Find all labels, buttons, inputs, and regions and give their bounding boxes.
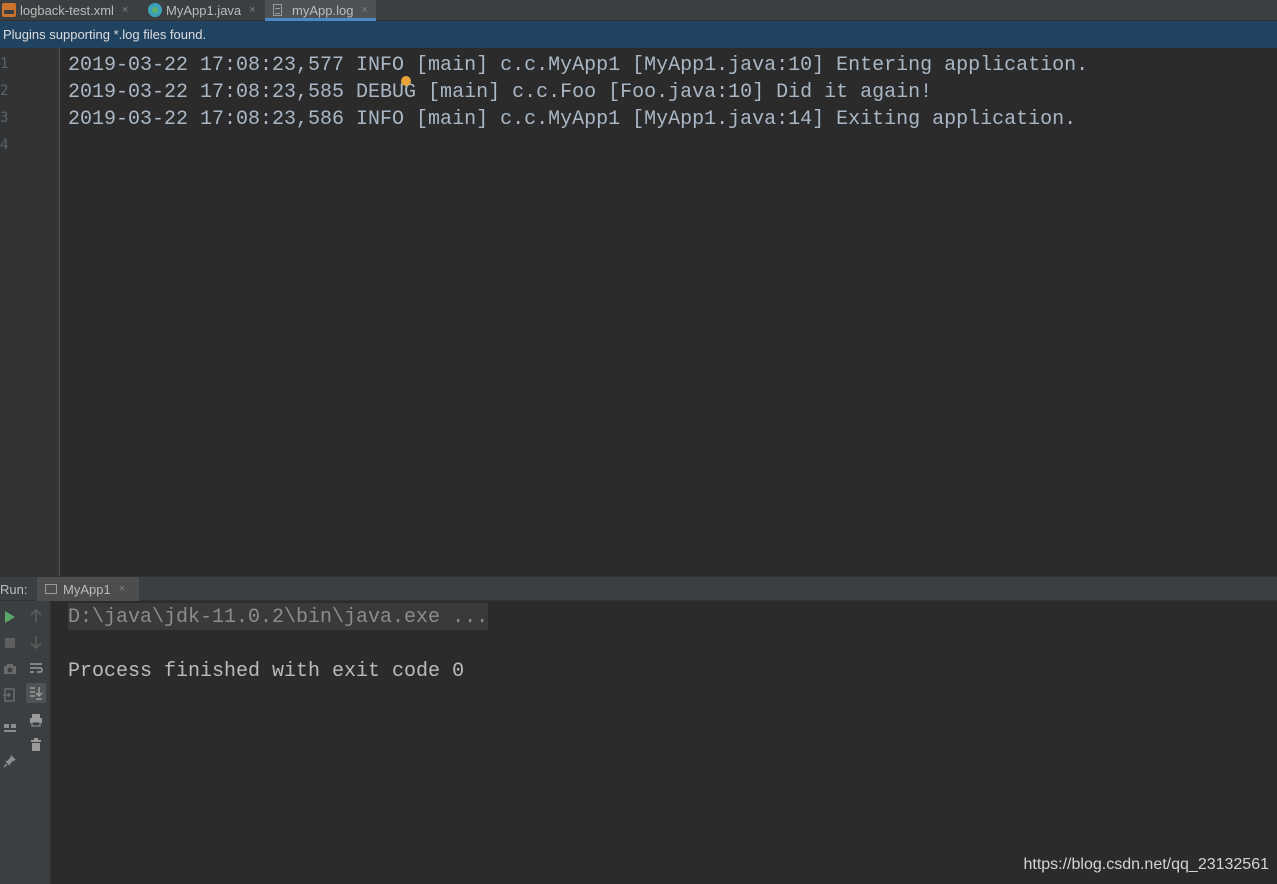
close-icon[interactable]: × — [249, 4, 255, 16]
run-tab-myapp1[interactable]: MyApp1 × — [37, 577, 139, 601]
close-icon[interactable]: × — [119, 583, 125, 595]
line-number: 1 — [0, 56, 9, 72]
tab-myapp-log[interactable]: myApp.log × — [265, 0, 376, 21]
run-toolbar-secondary — [21, 601, 51, 884]
log-editor[interactable]: 1 2 3 4 2019-03-22 17:08:23,577 INFO [ma… — [0, 48, 1277, 576]
arrow-down-icon[interactable] — [26, 632, 46, 652]
run-tab-label: MyApp1 — [63, 581, 111, 597]
close-icon[interactable]: × — [361, 4, 367, 16]
log-line[interactable]: 2019-03-22 17:08:23,577 INFO [main] c.c.… — [68, 51, 1088, 78]
java-class-icon — [148, 3, 162, 17]
run-toolbar-primary — [0, 601, 22, 884]
soft-wrap-icon[interactable] — [26, 658, 46, 678]
line-number: 2 — [0, 83, 9, 99]
rerun-icon[interactable] — [0, 607, 20, 627]
line-number: 3 — [0, 110, 9, 126]
close-icon[interactable]: × — [122, 4, 128, 16]
scroll-to-end-icon[interactable] — [26, 683, 46, 703]
print-icon[interactable] — [26, 710, 46, 730]
layout-icon[interactable] — [0, 718, 20, 738]
tab-myapp1-java[interactable]: MyApp1.java × — [148, 0, 264, 20]
run-console[interactable]: D:\java\jdk-11.0.2\bin\java.exe ... Proc… — [51, 601, 1277, 884]
tab-logback-test-xml[interactable]: logback-test.xml × — [2, 0, 140, 20]
line-number: 4 — [0, 137, 9, 153]
stop-icon[interactable] — [0, 633, 20, 653]
pin-icon[interactable] — [0, 751, 20, 771]
banner-text: Plugins supporting *.log files found. — [3, 27, 207, 42]
editor-tab-bar: logback-test.xml × MyApp1.java × myApp.l… — [0, 0, 1277, 21]
log-file-icon — [273, 4, 282, 16]
line-number-gutter: 1 2 3 4 — [0, 48, 60, 576]
tab-label: logback-test.xml — [20, 2, 114, 18]
run-tool-window-header: Run: MyApp1 × — [0, 576, 1277, 601]
camera-icon[interactable] — [0, 659, 20, 679]
watermark-text: https://blog.csdn.net/qq_23132561 — [1023, 856, 1269, 873]
run-label: Run: — [0, 582, 28, 597]
intention-bulb-icon[interactable] — [401, 76, 411, 86]
xml-file-icon — [2, 3, 16, 17]
log-line[interactable]: 2019-03-22 17:08:23,585 DEBUG [main] c.c… — [68, 78, 932, 105]
console-exit-message: Process finished with exit code 0 — [68, 660, 465, 683]
log-line[interactable]: 2019-03-22 17:08:23,586 INFO [main] c.c.… — [68, 105, 1076, 132]
ide-window: logback-test.xml × MyApp1.java × myApp.l… — [0, 0, 1277, 884]
console-icon — [45, 584, 57, 594]
trash-icon[interactable] — [26, 735, 46, 755]
tab-label: myApp.log — [292, 2, 354, 18]
plugin-notification-banner[interactable]: Plugins supporting *.log files found. — [0, 21, 1277, 48]
console-command-line[interactable]: D:\java\jdk-11.0.2\bin\java.exe ... — [68, 603, 489, 630]
tab-label: MyApp1.java — [166, 2, 242, 18]
exit-icon[interactable] — [0, 685, 20, 705]
arrow-up-icon[interactable] — [26, 606, 46, 626]
